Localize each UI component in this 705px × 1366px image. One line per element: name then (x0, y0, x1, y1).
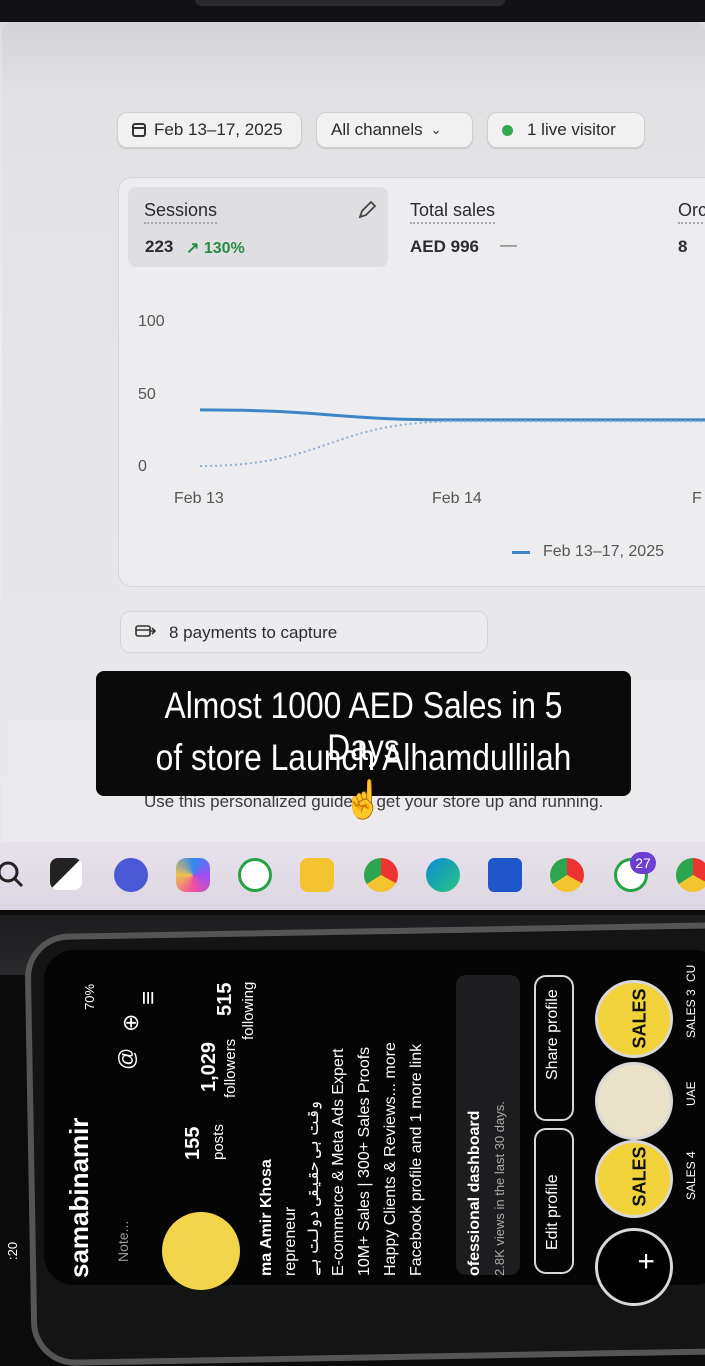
profile-avatar[interactable] (162, 1212, 240, 1290)
plus-icon[interactable]: + (630, 1252, 664, 1270)
copilot-icon[interactable] (176, 858, 210, 892)
share-profile-label: Share profile (544, 989, 561, 1080)
menu-icon[interactable]: ≡ (135, 991, 163, 1005)
series-line-2 (199, 420, 705, 467)
highlight-label-uae: UAE (684, 1081, 698, 1106)
payments-label: 8 payments to capture (169, 623, 338, 642)
chrome-extra-icon[interactable] (676, 858, 705, 892)
chrome-icon[interactable] (364, 858, 398, 892)
bio-line-1: repreneur (282, 1206, 299, 1276)
bio-line-4: 10M+ Sales | 300+ Sales Proofs (356, 1046, 373, 1276)
series-line-1 (199, 408, 705, 422)
taskbar (0, 842, 705, 910)
threads-icon[interactable]: @ (114, 1048, 140, 1070)
highlight-sales-3-art: SALES (629, 988, 650, 1049)
bio-line-2: وقت ہی حقیقی دولت ہے (305, 1101, 322, 1276)
teams-icon[interactable] (114, 858, 148, 892)
search-icon[interactable] (0, 858, 28, 892)
whatsapp-icon[interactable] (238, 858, 272, 892)
caption-line-2: of store Launch Alhamdullilah ☝️ (155, 737, 572, 820)
followers-count: 1,029 (198, 1041, 220, 1092)
note-bubble[interactable]: Note... (115, 1221, 131, 1262)
laptop-screen: Feb 13–17, 2025 All channels ⌄ 1 live vi… (0, 0, 705, 910)
store-icon[interactable] (488, 858, 522, 892)
following-count: 515 (214, 982, 236, 1016)
payment-icon (135, 625, 156, 637)
task-view-icon[interactable] (50, 858, 82, 890)
caption-overlay: Almost 1000 AED Sales in 5 Days of store… (96, 671, 631, 820)
highlight-label-sales-3: SALES 3 (684, 989, 698, 1038)
edge-icon[interactable] (426, 858, 460, 892)
dashboard-subtitle: 2.8K views in the last 30 days. (492, 1101, 507, 1276)
bio-link[interactable]: Facebook profile and 1 more link (408, 1044, 426, 1276)
payments-to-capture-button[interactable]: 8 payments to capture (120, 611, 488, 653)
profile-username: samabinamir (64, 1117, 94, 1278)
highlight-label-sales-4: SALES 4 (684, 1151, 698, 1200)
chrome-profile-icon[interactable] (550, 858, 584, 892)
highlight-uae[interactable] (595, 1062, 673, 1140)
bio-name: ma Amir Khosa (258, 1159, 275, 1276)
posts-count: 155 (182, 1126, 204, 1160)
following-label: following (240, 981, 257, 1040)
posts-label: posts (210, 1124, 227, 1160)
phone-time: :20 (5, 1241, 20, 1260)
highlight-label-cu: CU (684, 964, 698, 982)
notification-badge: 27 (630, 852, 656, 874)
dashboard-title: ofessional dashboard (466, 1110, 483, 1276)
add-icon[interactable]: ⊕ (118, 1014, 144, 1032)
legend-label: Feb 13–17, 2025 (543, 543, 664, 560)
file-explorer-icon[interactable] (300, 858, 334, 892)
bio-line-3: E-commerce & Meta Ads Expert (330, 1048, 347, 1276)
bio-line-5[interactable]: Happy Clients & Reviews... more (382, 1042, 400, 1276)
highlight-sales-4-art: SALES (629, 1146, 650, 1207)
edit-profile-label: Edit profile (544, 1174, 561, 1250)
phone-battery: 70% (82, 983, 97, 1010)
followers-label: followers (222, 1038, 239, 1098)
legend-swatch (512, 551, 530, 554)
